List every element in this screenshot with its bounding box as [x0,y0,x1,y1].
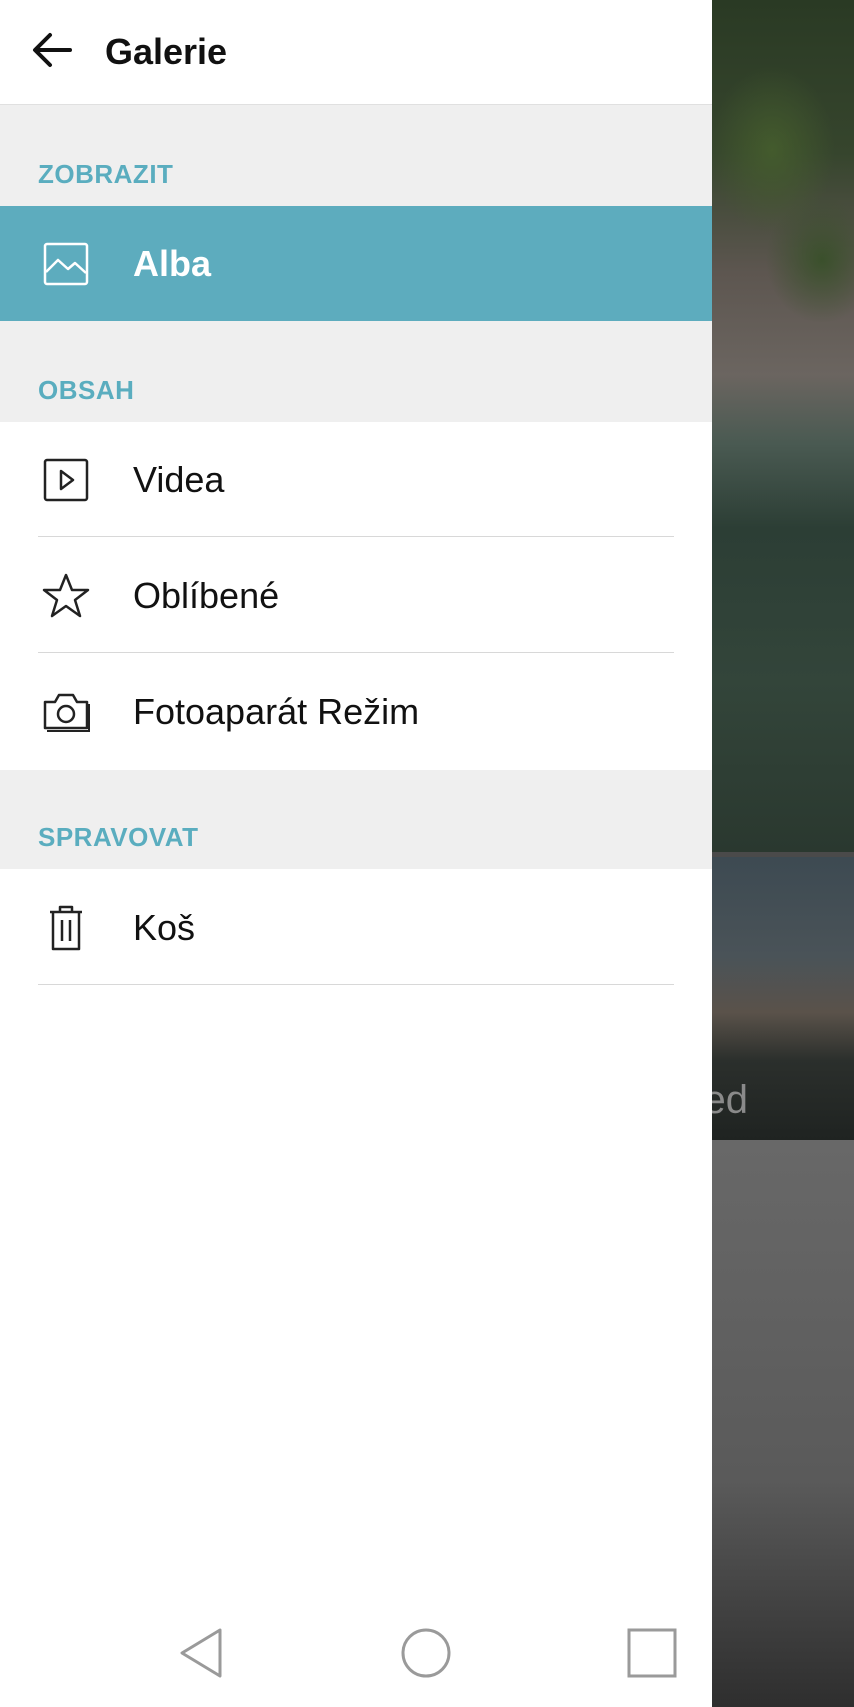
image-icon [38,239,94,289]
camera-icon [38,687,94,737]
section-label: SPRAVOVAT [38,822,199,852]
drawer-item-camera-mode[interactable]: Fotoaparát Režim [0,654,712,769]
drawer-item-videos[interactable]: Videa [0,422,712,537]
drawer-item-albums[interactable]: Alba [0,206,712,321]
section-header-content: OBSAH [0,321,712,422]
drawer-item-label: Fotoaparát Režim [133,691,420,732]
background-album-caption: ed [712,1075,854,1125]
background-photo-thumbnail [712,0,854,852]
nav-back-button[interactable] [166,1618,236,1688]
drawer-item-label: Alba [133,243,212,284]
back-button[interactable] [24,22,80,78]
drawer-header: Galerie [0,0,712,105]
nav-recents-button[interactable] [617,1618,687,1688]
system-navigation-bar [0,1600,712,1707]
star-icon [38,571,94,621]
divider [38,984,674,985]
navigation-drawer: Galerie ZOBRAZIT Alba OBSAH Videa Oblíbe… [0,0,712,1707]
drawer-item-favorites[interactable]: Oblíbené [0,538,712,653]
section-label: OBSAH [38,375,135,405]
background-empty-area [712,1140,854,1707]
drawer-item-label: Oblíbené [133,575,280,616]
background-caption-text: ed [712,1078,748,1122]
nav-recents-icon [627,1628,677,1678]
page-title: Galerie [105,31,228,72]
section-header-view: ZOBRAZIT [0,105,712,206]
section-header-manage: SPRAVOVAT [0,770,712,869]
drawer-item-label: Videa [133,459,225,500]
arrow-left-icon [33,33,72,67]
divider [38,536,674,537]
trash-icon [38,903,94,953]
nav-home-button[interactable] [391,1618,461,1688]
divider [38,652,674,653]
drawer-item-trash[interactable]: Koš [0,870,712,985]
section-label: ZOBRAZIT [38,159,174,189]
video-play-icon [38,455,94,505]
nav-home-icon [401,1628,451,1678]
drawer-item-label: Koš [133,907,196,948]
nav-back-icon [180,1628,222,1678]
